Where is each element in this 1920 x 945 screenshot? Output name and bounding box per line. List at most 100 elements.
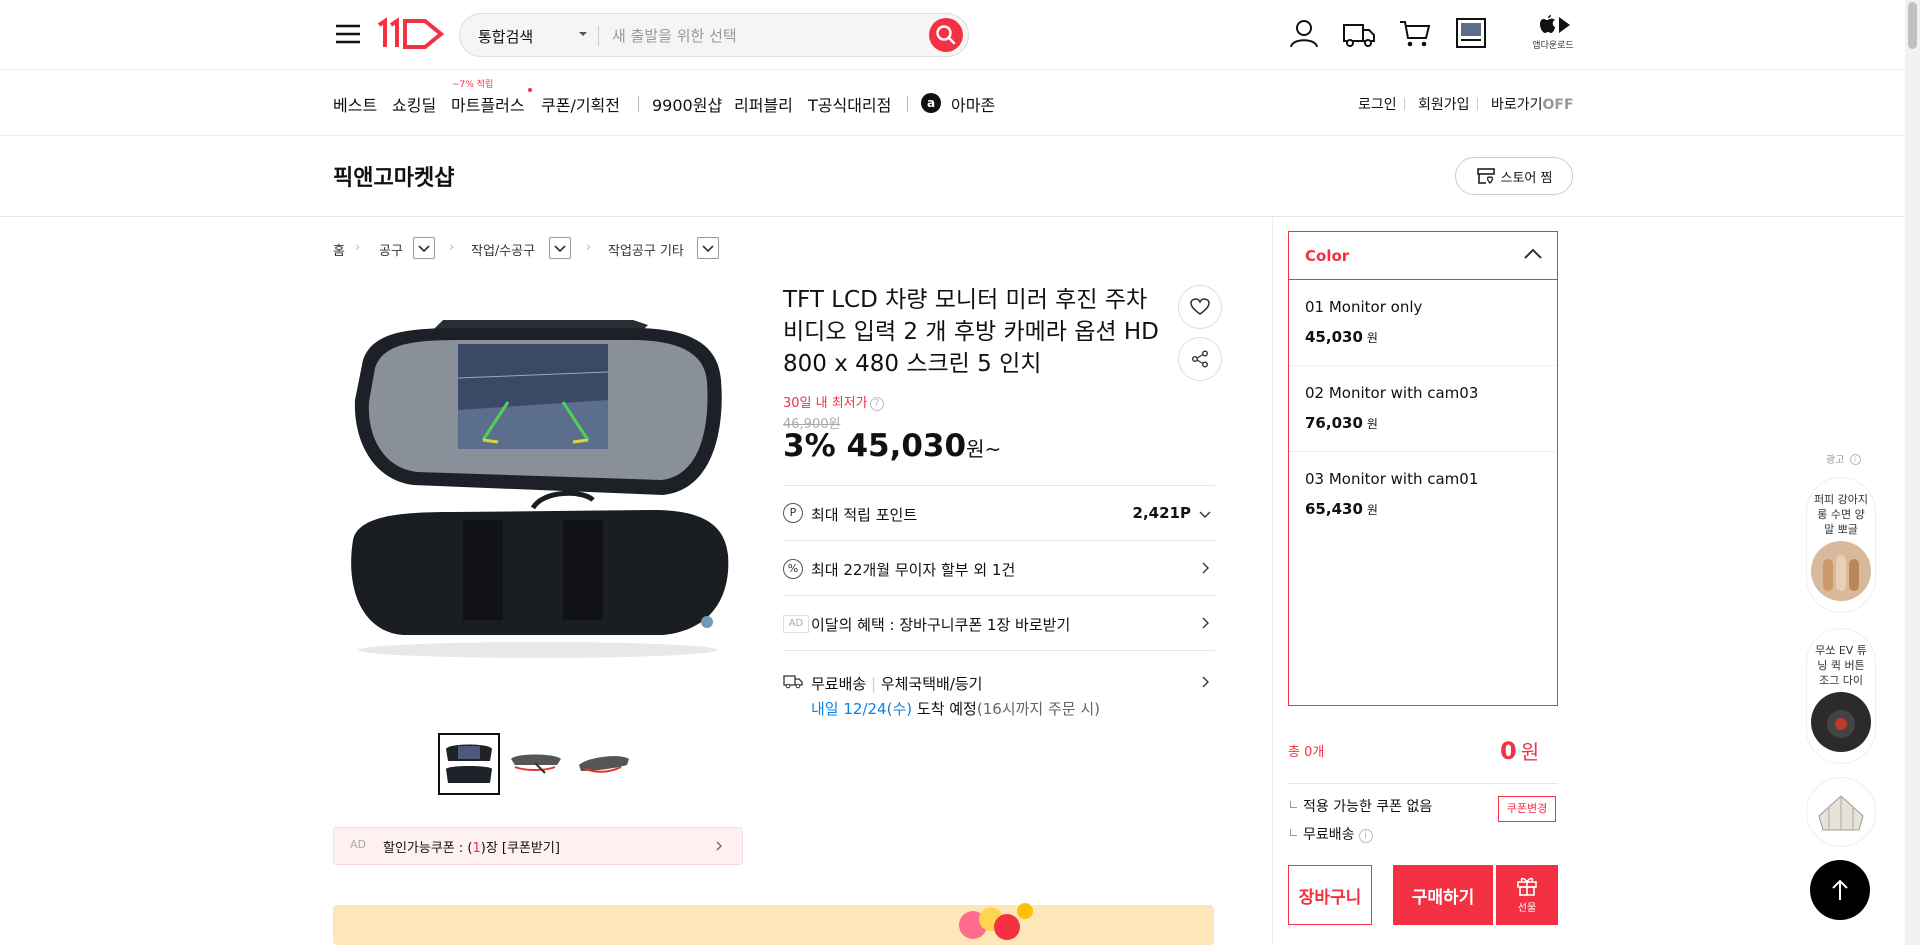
product-thumbnail[interactable] bbox=[505, 733, 567, 795]
benefit-text: 이달의 혜택 : 장바구니쿠폰 1장 바로받기 bbox=[811, 616, 1071, 634]
chevron-down-icon[interactable] bbox=[578, 29, 588, 39]
option-item[interactable]: 03 Monitor with cam01 65,430 원 bbox=[1289, 452, 1557, 538]
option-header-label: Color bbox=[1305, 247, 1350, 265]
chevron-right-icon bbox=[1199, 676, 1211, 688]
nav-item-amazon[interactable]: 아마존 bbox=[951, 92, 995, 116]
product-main-image[interactable] bbox=[333, 290, 743, 670]
nav-item-t-agency[interactable]: T공식대리점 bbox=[808, 92, 891, 116]
util-divider bbox=[1404, 98, 1405, 110]
ad-tag: AD bbox=[350, 838, 366, 851]
chevron-down-icon bbox=[702, 245, 714, 253]
points-row[interactable]: P 최대 적립 포인트 2,421P bbox=[783, 485, 1215, 540]
monthly-benefit-row[interactable]: AD 이달의 혜택 : 장바구니쿠폰 1장 바로받기 bbox=[783, 595, 1215, 650]
shortcut-toggle[interactable]: 바로가기OFF bbox=[1491, 94, 1574, 114]
chevron-right-icon bbox=[714, 841, 724, 851]
breadcrumb-dropdown[interactable] bbox=[413, 237, 435, 259]
option-item[interactable]: 01 Monitor only 45,030 원 bbox=[1289, 280, 1557, 366]
installment-text: 최대 22개월 무이자 할부 외 1건 bbox=[811, 561, 1016, 579]
nav-item-best[interactable]: 베스트 bbox=[333, 92, 377, 116]
scrollbar-track[interactable] bbox=[1905, 0, 1920, 945]
delivery-date: 내일 12/24(수) bbox=[811, 700, 913, 718]
option-item[interactable]: 02 Monitor with cam03 76,030 원 bbox=[1289, 366, 1557, 452]
option-price: 45,030 원 bbox=[1305, 328, 1378, 346]
arrow-up-icon bbox=[1832, 879, 1848, 900]
promo-banner[interactable] bbox=[333, 903, 1214, 945]
balloon-icon bbox=[959, 903, 1033, 940]
help-icon[interactable]: ? bbox=[869, 397, 884, 411]
nav-item-mart-plus[interactable]: 마트플러스 bbox=[451, 92, 525, 116]
coupon-suffix: )장 [쿠폰받기] bbox=[480, 841, 560, 856]
delivery-truck-icon[interactable] bbox=[1342, 16, 1376, 50]
store-follow-button[interactable]: 스토어 찜 bbox=[1455, 157, 1573, 195]
breadcrumb-dropdown[interactable] bbox=[549, 237, 571, 259]
user-icon[interactable] bbox=[1287, 16, 1321, 50]
nav-item-refurbly[interactable]: 리퍼블리 bbox=[734, 92, 793, 116]
nav-divider bbox=[638, 96, 639, 112]
search-button[interactable] bbox=[929, 18, 963, 52]
share-icon bbox=[1192, 350, 1208, 368]
ad-card[interactable]: 무쏘 EV 튜닝 퀵 버튼 조그 다이 bbox=[1806, 628, 1876, 764]
coupon-bar[interactable]: AD 할인가능쿠폰 : (1)장 [쿠폰받기] bbox=[333, 827, 743, 865]
signup-link[interactable]: 회원가입 bbox=[1418, 94, 1470, 114]
search-input[interactable] bbox=[612, 22, 912, 50]
product-thumbnail[interactable] bbox=[573, 733, 635, 795]
total-price-unit: 원 bbox=[1520, 740, 1540, 764]
cart-icon[interactable] bbox=[1398, 16, 1432, 50]
info-icon[interactable]: i bbox=[1849, 454, 1861, 465]
chevron-down-icon bbox=[1199, 508, 1211, 520]
option-price-unit: 원 bbox=[1366, 503, 1378, 517]
breadcrumb-hand-tools[interactable]: 작업/수공구 bbox=[471, 240, 535, 259]
scrollbar-thumb[interactable] bbox=[1908, 2, 1917, 49]
ad-card-text: 무쏘 EV 튜닝 퀵 버튼 조그 다이 bbox=[1815, 644, 1867, 687]
option-price-value: 76,030 bbox=[1305, 414, 1363, 432]
wishlist-button[interactable] bbox=[1178, 285, 1222, 329]
breadcrumb-other-tools[interactable]: 작업공구 기타 bbox=[608, 240, 684, 259]
divider bbox=[1288, 783, 1558, 784]
breadcrumb-home[interactable]: 홈 bbox=[333, 240, 345, 259]
menu-icon[interactable] bbox=[333, 19, 363, 49]
installment-row[interactable]: % 최대 22개월 무이자 할부 외 1건 bbox=[783, 540, 1215, 595]
nav-item-coupon[interactable]: 쿠폰/기획전 bbox=[541, 92, 620, 116]
breadcrumb-tools[interactable]: 공구 bbox=[379, 240, 403, 259]
add-to-cart-button[interactable]: 장바구니 bbox=[1288, 865, 1372, 925]
11st-logo[interactable] bbox=[375, 17, 447, 51]
shipping-info: 무료배송 | 우체국택배/등기 bbox=[811, 675, 983, 693]
search-category-select[interactable]: 통합검색 bbox=[478, 26, 533, 47]
app-download-button[interactable]: 앱다운로드 bbox=[1530, 14, 1576, 54]
ad-image bbox=[1811, 541, 1871, 601]
total-count: 총 0개 bbox=[1288, 745, 1325, 760]
info-icon[interactable]: i bbox=[1358, 829, 1373, 843]
option-header[interactable]: Color bbox=[1289, 232, 1557, 280]
total-price: 0원 bbox=[1500, 736, 1539, 765]
store-name[interactable]: 픽앤고마켓샵 bbox=[333, 160, 454, 192]
nav-item-9900-shop[interactable]: 9900원샵 bbox=[652, 92, 722, 116]
new-dot-icon bbox=[528, 88, 532, 92]
buy-now-button[interactable]: 구매하기 bbox=[1393, 865, 1493, 925]
nav-item-shocking-deal[interactable]: 쇼킹딜 bbox=[392, 92, 436, 116]
gift-button[interactable]: 선물 bbox=[1496, 865, 1558, 925]
product-thumbnail[interactable] bbox=[438, 733, 500, 795]
coupon-change-button[interactable]: 쿠폰변경 bbox=[1498, 796, 1556, 822]
coupon-count: 1 bbox=[472, 841, 481, 856]
gift-icon bbox=[1517, 877, 1537, 896]
ad-image bbox=[1811, 692, 1871, 752]
product-title: TFT LCD 차량 모니터 미러 후진 주차 비디오 입력 2 개 후방 카메… bbox=[783, 287, 1159, 377]
login-link[interactable]: 로그인 bbox=[1358, 94, 1397, 114]
shipping-method: 우체국택배/등기 bbox=[880, 675, 983, 693]
scroll-to-top-button[interactable] bbox=[1810, 860, 1870, 920]
ad-card[interactable]: 퍼피 강아지 롱 수면 양말 뽀글 bbox=[1806, 477, 1876, 613]
amazon-icon[interactable]: a bbox=[921, 93, 941, 113]
ad-tag: AD bbox=[783, 615, 809, 633]
delivery-note: (16시까지 주문 시) bbox=[976, 700, 1100, 718]
share-button[interactable] bbox=[1178, 337, 1222, 381]
chevron-right-icon: › bbox=[586, 240, 592, 255]
shipping-row[interactable]: 무료배송 | 우체국택배/등기 내일 12/24(수) 도착 예정(16시까지 … bbox=[783, 650, 1215, 730]
shortcut-label: 바로가기 bbox=[1491, 97, 1543, 113]
recent-viewed-icon[interactable] bbox=[1454, 16, 1488, 50]
nav-divider bbox=[907, 96, 908, 112]
ad-image bbox=[1807, 778, 1875, 842]
breadcrumb-dropdown[interactable] bbox=[697, 237, 719, 259]
ad-card[interactable] bbox=[1806, 777, 1876, 847]
discount-rate: 3% bbox=[783, 428, 836, 464]
percent-icon: % bbox=[783, 559, 803, 579]
